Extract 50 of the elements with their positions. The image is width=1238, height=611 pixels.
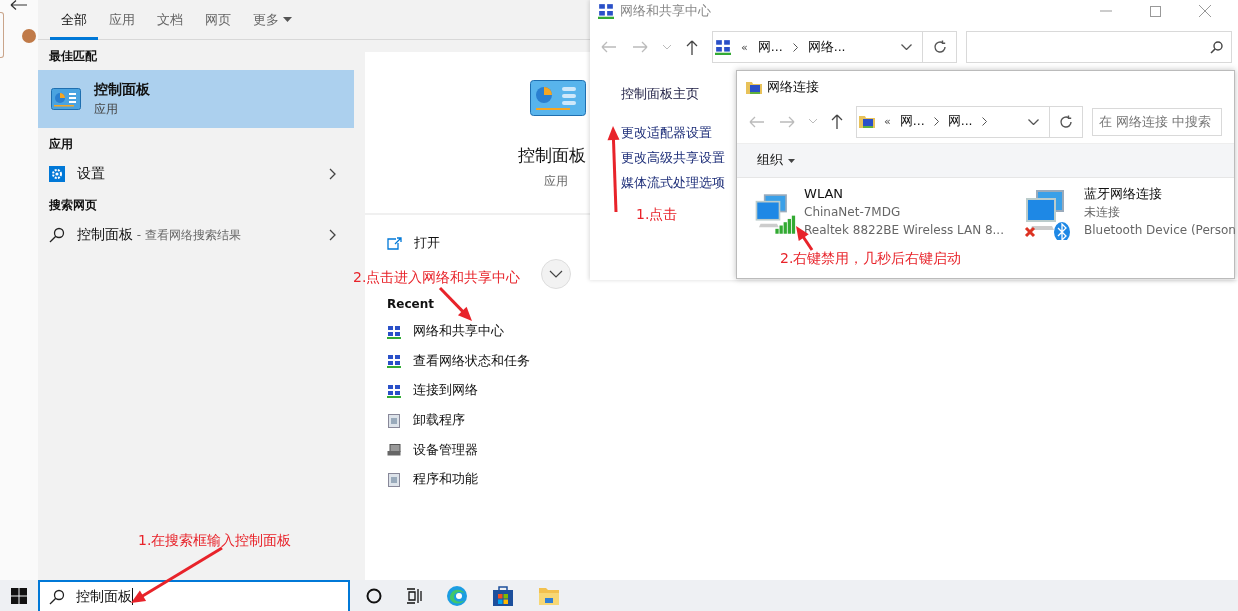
adapter-item[interactable]: WLAN ChinaNet-7MDG Realtek 8822BE Wireless LAN 8... [754, 184, 1004, 240]
taskbar-search-field[interactable]: 控制面板 [38, 580, 350, 611]
recent-item[interactable]: 连接到网络 [387, 376, 590, 406]
sidebar-link[interactable]: 控制面板主页 [621, 81, 731, 106]
sidebar-link[interactable]: 更改高级共享设置 [621, 145, 731, 170]
adapter-item[interactable]: 蓝牙网络连接 未连接 Bluetooth Device (Person [1024, 184, 1236, 240]
filter-tab[interactable]: 网页 [194, 0, 242, 39]
section-heading: Recent [387, 297, 435, 311]
recent-item[interactable]: 网络和共享中心 [387, 317, 590, 347]
app-result[interactable]: 设置 [38, 158, 354, 189]
adapter-device: Bluetooth Device (Person [1084, 222, 1236, 239]
recent-item[interactable]: 卸载程序 [387, 405, 590, 436]
adapter-name: WLAN [804, 185, 845, 203]
sidebar-link[interactable]: 媒体流式处理选项 [621, 170, 731, 195]
recent-item[interactable]: 程序和功能 [387, 464, 590, 495]
organize-menu[interactable]: 组织 [757, 152, 795, 169]
section-heading: 应用 [48, 136, 74, 153]
open-action[interactable]: 打开 [387, 234, 590, 252]
annotation-text: 1.点击 [636, 206, 678, 224]
address-bar[interactable]: « 网... 网络... [712, 31, 923, 63]
recent-item[interactable]: 设备管理器 [387, 435, 590, 465]
breadcrumb-overflow[interactable]: « [741, 40, 748, 54]
annotation-text: 2.点击进入网络和共享中心 [353, 269, 521, 287]
breadcrumb-overflow[interactable]: « [884, 115, 891, 128]
breadcrumb-item[interactable]: 网... [947, 113, 973, 130]
filter-tab[interactable]: 全部 [50, 0, 98, 39]
app-title: 控制面板 [518, 144, 586, 167]
filter-tab[interactable]: 更多 [242, 0, 303, 39]
annotation-text: 1.在搜索框输入控制面板 [138, 532, 292, 550]
recent-item[interactable]: 查看网络状态和任务 [387, 346, 590, 377]
search-field[interactable]: 在 网络连接 中搜索 [1092, 107, 1222, 136]
adapter-name: 蓝牙网络连接 [1084, 185, 1163, 203]
breadcrumb-item[interactable]: 网络... [807, 38, 846, 56]
annotation-text: 2.右键禁用，几秒后右键启动 [780, 250, 962, 268]
filter-tab[interactable]: 文档 [146, 0, 194, 39]
filter-tab[interactable]: 应用 [98, 0, 146, 39]
best-match-item[interactable]: 控制面板 应用 [38, 70, 354, 128]
adapter-status: ChinaNet-7MDG [804, 204, 902, 221]
adapter-status: 未连接 [1084, 204, 1121, 221]
breadcrumb-item[interactable]: 网... [757, 38, 783, 56]
web-result[interactable]: 控制面板 - 查看网络搜索结果 [38, 219, 354, 250]
address-bar[interactable]: « 网... 网... [856, 105, 1050, 138]
window-title: 网络连接 [767, 78, 819, 96]
section-heading: 搜索网页 [48, 197, 98, 214]
sidebar-link[interactable]: 更改适配器设置 [621, 120, 731, 145]
window-title: 网络和共享中心 [620, 2, 711, 20]
breadcrumb-item[interactable]: 网... [899, 113, 925, 130]
adapter-device: Realtek 8822BE Wireless LAN 8... [804, 222, 1004, 239]
section-heading: 最佳匹配 [48, 48, 98, 65]
app-type: 应用 [544, 173, 568, 190]
